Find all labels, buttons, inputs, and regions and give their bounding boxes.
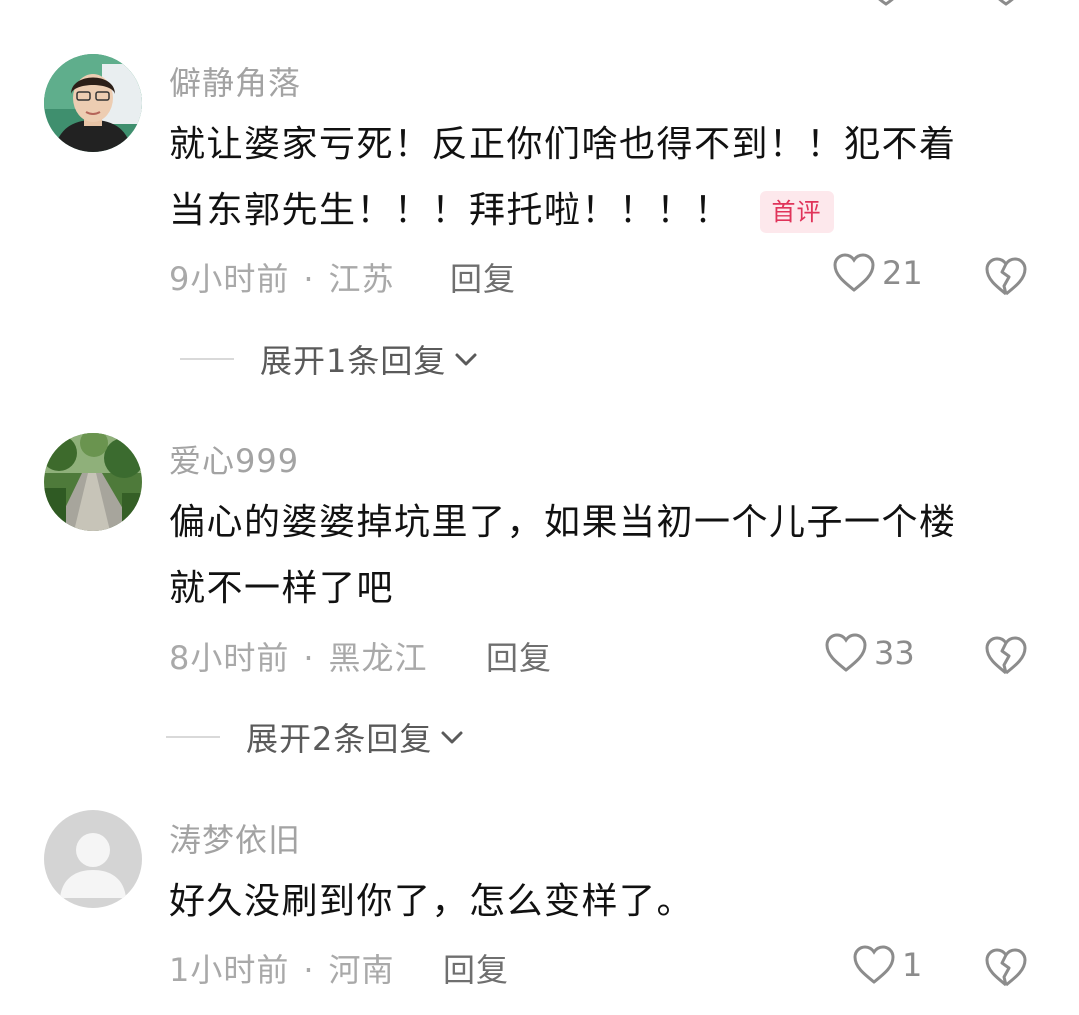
broken-heart-icon[interactable]	[984, 254, 1028, 298]
like-count: 21	[882, 254, 923, 292]
comment-meta: 1小时前 · 河南	[169, 945, 395, 991]
meta-separator: ·	[303, 951, 315, 989]
comment-location: 江苏	[328, 260, 395, 298]
comment-location: 河南	[328, 951, 395, 989]
comment-text: 偏心的婆婆掉坑里了，如果当初一个儿子一个楼 就不一样了吧	[169, 490, 1049, 622]
expand-replies-button[interactable]: 展开1条回复	[180, 336, 480, 382]
heart-outline-icon	[853, 945, 895, 984]
heart-outline-icon[interactable]	[866, 0, 906, 6]
avatar[interactable]	[44, 54, 142, 152]
heart-outline-icon	[833, 253, 875, 292]
avatar[interactable]	[44, 810, 142, 908]
comment-text-line: 好久没刷到你了，怎么变样了。	[169, 881, 695, 922]
like-button[interactable]: 1	[852, 944, 922, 986]
comment-text-content: 当东郭先生！！！拜托啦！！！！	[169, 190, 732, 231]
broken-heart-icon[interactable]	[984, 945, 1028, 989]
username[interactable]: 涛梦依旧	[169, 815, 301, 861]
broken-heart-icon[interactable]	[984, 633, 1028, 677]
comment-meta: 8小时前 · 黑龙江	[169, 633, 428, 679]
comment-text: 好久没刷到你了，怎么变样了。	[169, 869, 1049, 935]
chevron-down-icon	[441, 731, 463, 744]
comment-location: 黑龙江	[328, 639, 428, 677]
reply-button[interactable]: 回复	[450, 254, 516, 300]
like-button[interactable]: 33	[824, 632, 915, 674]
comment-time: 9小时前	[169, 260, 290, 298]
comment-text-line: 偏心的婆婆掉坑里了，如果当初一个儿子一个楼	[169, 502, 957, 543]
avatar[interactable]	[44, 433, 142, 531]
like-count: 33	[874, 634, 915, 672]
comment-time: 8小时前	[169, 639, 290, 677]
divider-line	[180, 358, 234, 360]
like-count: 1	[902, 946, 923, 984]
heart-outline-icon	[825, 633, 867, 672]
expand-replies-button[interactable]: 展开2条回复	[166, 714, 466, 760]
comment-time: 1小时前	[169, 951, 290, 989]
comment-text-line: 就让婆家亏死！反正你们啥也得不到！！犯不着	[169, 124, 957, 165]
comment-text: 就让婆家亏死！反正你们啥也得不到！！犯不着 当东郭先生！！！拜托啦！！！！ 首评	[169, 112, 1049, 244]
reply-button[interactable]: 回复	[443, 945, 509, 991]
first-comment-badge: 首评	[759, 191, 834, 233]
divider-line	[166, 736, 220, 738]
expand-replies-label: 展开2条回复	[246, 720, 433, 758]
reply-button[interactable]: 回复	[486, 633, 552, 679]
meta-separator: ·	[303, 260, 315, 298]
expand-replies-label: 展开1条回复	[260, 342, 447, 380]
username[interactable]: 爱心999	[169, 436, 299, 482]
meta-separator: ·	[303, 639, 315, 677]
username[interactable]: 僻静角落	[169, 58, 301, 104]
comment-text-line-2: 当东郭先生！！！拜托啦！！！！ 首评	[169, 178, 1049, 244]
chevron-down-icon	[455, 353, 477, 366]
comment-meta: 9小时前 · 江苏	[169, 254, 395, 300]
like-button[interactable]: 21	[832, 252, 923, 294]
comment-text-line-2: 就不一样了吧	[169, 568, 395, 609]
broken-heart-icon[interactable]	[986, 0, 1026, 6]
